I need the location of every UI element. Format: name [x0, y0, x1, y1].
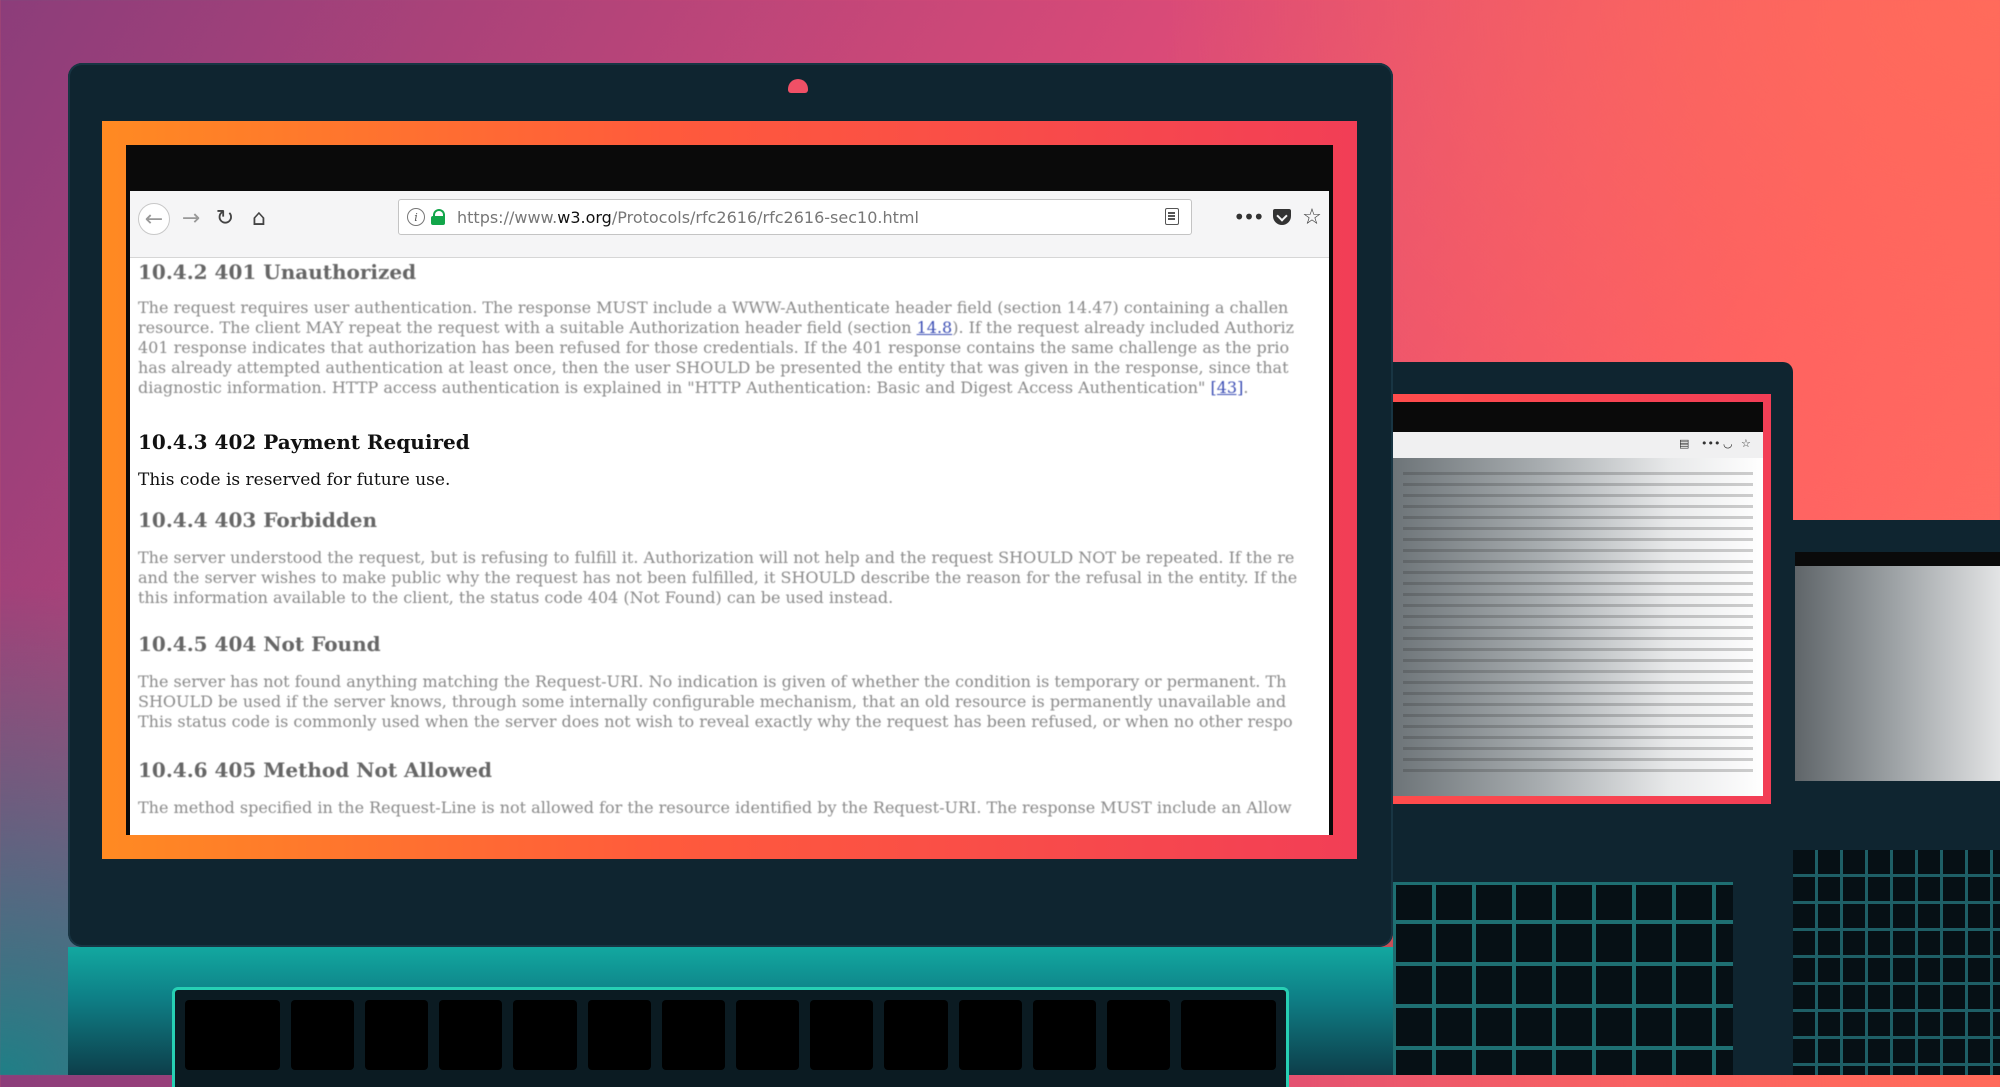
more-icon: ••• [1233, 205, 1264, 229]
section-405: 10.4.6 405 Method Not Allowed The method… [138, 758, 1329, 818]
body-line: and the server wishes to make public why… [138, 568, 1298, 587]
keyboard-key [1107, 1000, 1171, 1070]
main-laptop-screen: ← → ↻ ⌂ i https://www. w3.org/Protocols/… [126, 145, 1333, 835]
pocket-icon [1273, 209, 1291, 225]
star-icon: ☆ [1741, 437, 1751, 450]
body-line: 401 response indicates that authorizatio… [138, 338, 1290, 357]
body-line: SHOULD be used if the server knows, thro… [138, 692, 1287, 711]
section-401: 10.4.2 401 Unauthorized The request requ… [138, 258, 1329, 398]
secondary-laptop-bezel: ▤ ••• ◡ ☆ [1393, 394, 1771, 804]
section-heading: 10.4.3 402 Payment Required [138, 430, 470, 454]
reload-button[interactable]: ↻ [210, 203, 240, 233]
section-heading: 10.4.4 403 Forbidden [138, 508, 378, 532]
body-text-span: ). If the request already included Autho… [952, 318, 1295, 337]
keyboard-key [513, 1000, 577, 1070]
browser-window: ← → ↻ ⌂ i https://www. w3.org/Protocols/… [130, 191, 1329, 835]
keyboard-key [587, 1000, 651, 1070]
body-line: The method specified in the Request-Line… [138, 798, 1292, 817]
tertiary-laptop-screen [1795, 552, 2000, 781]
section-heading: 10.4.6 405 Method Not Allowed [138, 758, 492, 782]
keyboard-key [1181, 1000, 1277, 1070]
section-heading: 10.4.5 404 Not Found [138, 632, 381, 656]
body-text-span: resource. The client MAY repeat the requ… [138, 318, 917, 337]
reload-icon: ↻ [215, 205, 235, 231]
body-line: The server understood the request, but i… [138, 548, 1295, 567]
body-text-span: . [1243, 378, 1249, 397]
url-domain: w3.org [557, 207, 612, 227]
lock-icon[interactable] [431, 209, 445, 225]
main-keyboard [172, 987, 1289, 1087]
secondary-browser-page: ▤ ••• ◡ ☆ [1393, 432, 1763, 796]
body-line: This status code is commonly used when t… [138, 712, 1293, 731]
keyboard-key [736, 1000, 800, 1070]
browser-toolbar: ← → ↻ ⌂ i https://www. w3.org/Protocols/… [130, 191, 1329, 258]
star-icon: ☆ [1302, 204, 1322, 230]
page-actions-button[interactable]: ••• [1233, 203, 1264, 231]
section-404: 10.4.5 404 Not Found The server has not … [138, 632, 1329, 732]
keyboard-key [185, 1000, 280, 1070]
keyboard-key [290, 1000, 354, 1070]
home-button[interactable]: ⌂ [244, 203, 274, 233]
body-line: The request requires user authentication… [138, 298, 1289, 317]
reader-icon: ▤ [1679, 437, 1690, 450]
main-laptop-bezel: ← → ↻ ⌂ i https://www. w3.org/Protocols/… [102, 121, 1357, 859]
body-line: This code is reserved for future use. [138, 470, 451, 490]
secondary-text-lines [1403, 472, 1753, 772]
keyboard-key [958, 1000, 1022, 1070]
keyboard-key [884, 1000, 948, 1070]
back-arrow-icon: ← [144, 206, 164, 232]
body-line: diagnostic information. HTTP access auth… [138, 378, 1329, 398]
url-path: /Protocols/rfc2616/rfc2616-sec10.html [611, 207, 919, 227]
webcam-icon [788, 79, 808, 93]
keyboard-key [439, 1000, 503, 1070]
tertiary-laptop [1793, 520, 2000, 1075]
body-line: has already attempted authentication at … [138, 358, 1289, 377]
url-bar[interactable]: i https://www. w3.org/Protocols/rfc2616/r… [398, 199, 1192, 235]
forward-arrow-icon: → [181, 205, 201, 231]
back-button[interactable]: ← [138, 203, 170, 235]
page-content: 10.4.2 401 Unauthorized The request requ… [130, 258, 1329, 835]
keyboard-key [365, 1000, 429, 1070]
home-icon: ⌂ [252, 205, 266, 231]
link-section-14-8[interactable]: 14.8 [917, 318, 953, 337]
secondary-laptop: ▤ ••• ◡ ☆ [1393, 362, 1793, 1075]
keyboard-key [661, 1000, 726, 1070]
keyboard-key [1032, 1000, 1097, 1070]
pocket-button[interactable] [1268, 203, 1296, 231]
pocket-icon: ◡ [1723, 437, 1733, 450]
section-heading: 10.4.2 401 Unauthorized [138, 260, 417, 284]
body-line: this information available to the client… [138, 588, 894, 607]
body-text-span: diagnostic information. HTTP access auth… [138, 378, 1211, 397]
body-line: The server has not found anything matchi… [138, 672, 1287, 691]
section-402: 10.4.3 402 Payment Required This code is… [138, 430, 1329, 490]
secondary-browser-toolbar: ▤ ••• ◡ ☆ [1393, 432, 1763, 458]
main-laptop: ← → ↻ ⌂ i https://www. w3.org/Protocols/… [68, 63, 1393, 947]
more-icon: ••• [1701, 437, 1721, 450]
secondary-keyboard-rows [1393, 882, 1733, 1075]
tertiary-keyboard [1793, 850, 2000, 1075]
section-403: 10.4.4 403 Forbidden The server understo… [138, 508, 1329, 608]
body-line: resource. The client MAY repeat the requ… [138, 318, 1329, 338]
secondary-laptop-screen: ▤ ••• ◡ ☆ [1393, 402, 1763, 796]
info-icon[interactable]: i [407, 208, 425, 226]
url-prefix: https://www. [457, 207, 558, 227]
main-laptop-base [68, 947, 1393, 1087]
forward-button[interactable]: → [176, 203, 206, 233]
reader-view-icon[interactable] [1165, 208, 1179, 225]
link-reference-43[interactable]: [43] [1210, 378, 1243, 397]
keyboard-key [810, 1000, 874, 1070]
bookmark-button[interactable]: ☆ [1298, 203, 1326, 231]
